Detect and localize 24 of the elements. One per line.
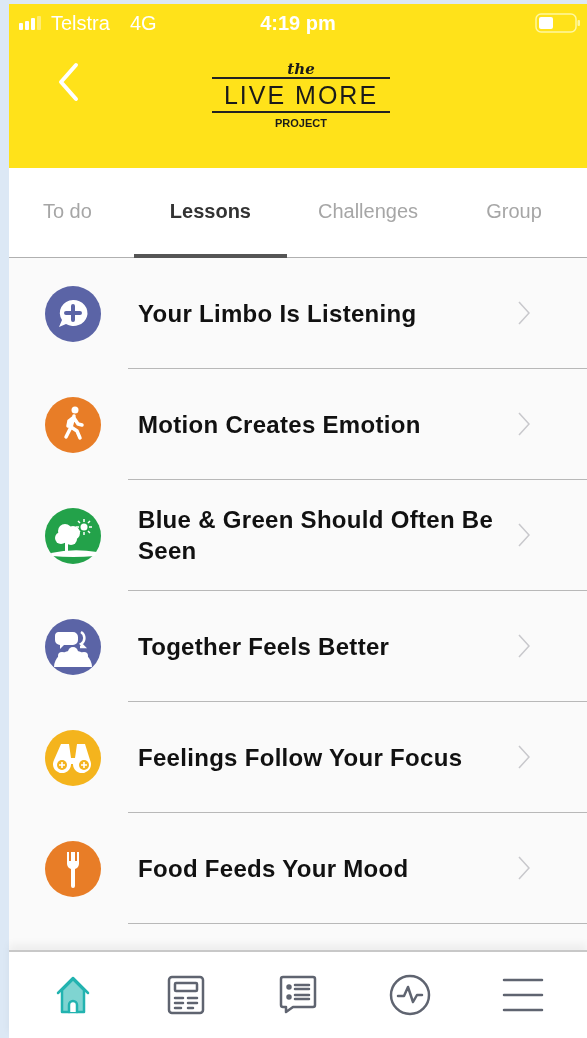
lesson-row[interactable]: Motion Creates Emotion: [9, 369, 587, 480]
lesson-row[interactable]: Together Feels Better: [9, 591, 587, 702]
live-more-logo: the LIVE MORE PROJECT: [212, 61, 390, 129]
lesson-title: Together Feels Better: [138, 631, 391, 662]
lesson-row[interactable]: Your Limbo Is Listening: [9, 258, 587, 369]
lesson-title: Your Limbo Is Listening: [138, 298, 418, 329]
battery-icon: [535, 13, 581, 33]
lesson-title: Motion Creates Emotion: [138, 409, 422, 440]
lesson-row[interactable]: Food Feeds Your Mood: [9, 813, 587, 924]
carrier-name: Telstra: [51, 11, 110, 35]
chevron-right-icon: [518, 301, 530, 325]
chevron-right-icon: [518, 745, 530, 769]
lesson-title: Food Feeds Your Mood: [138, 853, 410, 884]
lesson-title: Feelings Follow Your Focus: [138, 742, 464, 773]
chevron-right-icon: [518, 856, 530, 880]
lesson-row[interactable]: Blue & Green Should Often Be Seen: [9, 480, 587, 591]
tab[interactable]: Lessons: [133, 168, 288, 258]
chevron-right-icon: [518, 523, 530, 547]
chevron-right-icon: [518, 412, 530, 436]
clock-time: 4:19 pm: [260, 11, 336, 35]
chevron-right-icon: [518, 634, 530, 658]
network-type: 4G: [129, 11, 157, 35]
lesson-row[interactable]: Feelings Follow Your Focus: [9, 702, 587, 813]
lesson-title: Blue & Green Should Often Be Seen: [138, 505, 495, 566]
